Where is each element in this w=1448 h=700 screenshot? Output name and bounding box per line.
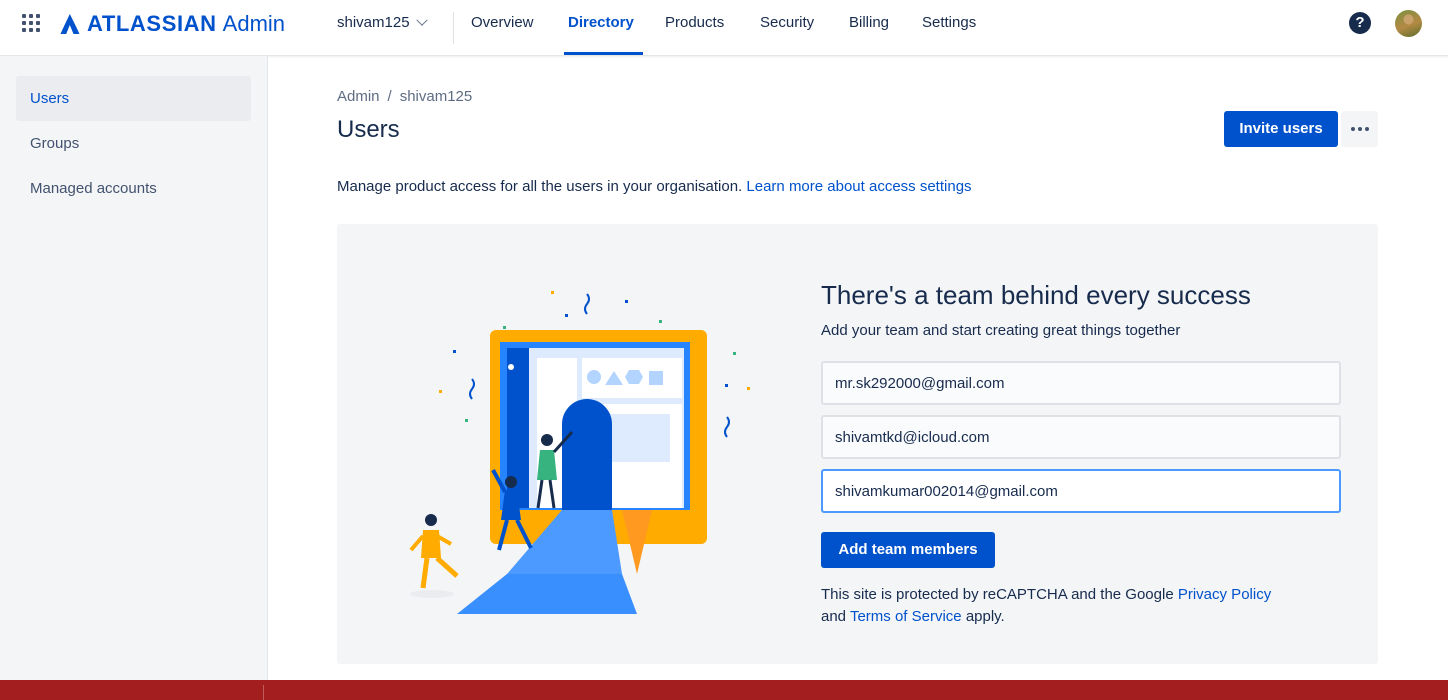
privacy-policy-link[interactable]: Privacy Policy bbox=[1178, 586, 1271, 603]
footer-divider bbox=[263, 685, 264, 700]
recaptcha-notice: This site is protected by reCAPTCHA and … bbox=[821, 584, 1341, 628]
top-navigation: ATLASSIAN Admin shivam125 Overview Direc… bbox=[0, 0, 1448, 56]
avatar[interactable] bbox=[1395, 10, 1422, 37]
more-actions-button[interactable] bbox=[1341, 111, 1378, 147]
app-switcher-grid-icon[interactable] bbox=[22, 14, 42, 34]
tab-settings[interactable]: Settings bbox=[922, 14, 976, 31]
footer-bar bbox=[0, 680, 1448, 700]
brand-name: ATLASSIAN bbox=[87, 11, 217, 36]
help-icon[interactable]: ? bbox=[1349, 12, 1371, 34]
learn-more-link[interactable]: Learn more about access settings bbox=[746, 178, 971, 195]
email-field-3[interactable] bbox=[821, 469, 1341, 513]
panel-title: There's a team behind every success bbox=[821, 280, 1251, 310]
product-name: Admin bbox=[222, 11, 286, 36]
tab-directory[interactable]: Directory bbox=[568, 14, 634, 31]
more-horizontal-icon bbox=[1350, 127, 1355, 131]
tab-overview[interactable]: Overview bbox=[471, 14, 534, 31]
chevron-down-icon bbox=[415, 14, 428, 26]
invite-users-button[interactable]: Invite users bbox=[1224, 111, 1338, 147]
sidebar: Users Groups Managed accounts bbox=[0, 56, 268, 680]
breadcrumb-separator: / bbox=[387, 88, 392, 105]
breadcrumb-admin[interactable]: Admin bbox=[337, 88, 380, 105]
org-name: shivam125 bbox=[337, 14, 410, 31]
panel-subtitle: Add your team and start creating great t… bbox=[821, 322, 1181, 339]
tab-products[interactable]: Products bbox=[665, 14, 724, 31]
breadcrumb: Admin / shivam125 bbox=[337, 88, 472, 105]
tab-billing[interactable]: Billing bbox=[849, 14, 889, 31]
active-tab-indicator bbox=[564, 52, 643, 55]
terms-of-service-link[interactable]: Terms of Service bbox=[850, 608, 962, 625]
email-field-1[interactable] bbox=[821, 361, 1341, 405]
sidebar-item-managed-accounts[interactable]: Managed accounts bbox=[16, 166, 251, 211]
tab-security[interactable]: Security bbox=[760, 14, 814, 31]
page-title: Users bbox=[337, 116, 400, 143]
atlassian-logo[interactable]: ATLASSIAN Admin bbox=[60, 11, 285, 37]
sidebar-item-users[interactable]: Users bbox=[16, 76, 251, 121]
atlassian-mark-icon bbox=[60, 14, 80, 34]
breadcrumb-org[interactable]: shivam125 bbox=[400, 88, 473, 105]
page-description: Manage product access for all the users … bbox=[337, 178, 972, 195]
add-team-members-button[interactable]: Add team members bbox=[821, 532, 995, 568]
org-selector[interactable]: shivam125 bbox=[337, 14, 428, 31]
nav-divider bbox=[453, 12, 454, 44]
description-text: Manage product access for all the users … bbox=[337, 178, 743, 195]
legal-and: and bbox=[821, 608, 847, 625]
add-team-panel: There's a team behind every success Add … bbox=[337, 224, 1378, 664]
legal-prefix: This site is protected by reCAPTCHA and … bbox=[821, 586, 1174, 603]
legal-suffix: apply. bbox=[965, 608, 1005, 625]
email-field-2[interactable] bbox=[821, 415, 1341, 459]
team-illustration bbox=[409, 291, 750, 614]
sidebar-item-groups[interactable]: Groups bbox=[16, 121, 251, 166]
